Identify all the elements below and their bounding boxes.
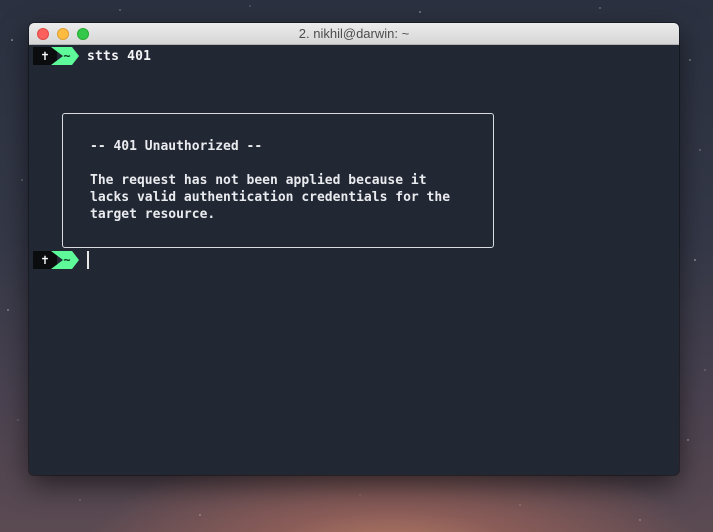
path-label: ~ bbox=[63, 49, 71, 63]
shell-prompt: ✝ ~ stts 401 bbox=[33, 47, 151, 65]
command-text: stts 401 bbox=[87, 48, 152, 64]
status-description-line: The request has not been applied because… bbox=[90, 173, 427, 188]
text-cursor[interactable] bbox=[87, 251, 89, 269]
status-heading: -- 401 Unauthorized -- bbox=[90, 139, 263, 154]
shell-prompt: ✝ ~ bbox=[33, 251, 89, 269]
window-title: 2. nikhil@darwin: ~ bbox=[298, 26, 410, 41]
status-description-line: target resource. bbox=[90, 207, 216, 222]
title-bar[interactable]: 2. nikhil@darwin: ~ bbox=[29, 23, 679, 45]
status-description-line: lacks valid authentication credentials f… bbox=[90, 190, 451, 205]
terminal-content[interactable]: ✝ ~ stts 401 -- 401 Unauthorized -- The … bbox=[29, 45, 679, 475]
status-message-box: -- 401 Unauthorized -- The request has n… bbox=[62, 113, 494, 248]
root-segment: ✝ bbox=[33, 47, 57, 65]
root-segment: ✝ bbox=[33, 251, 57, 269]
terminal-window: 2. nikhil@darwin: ~ ✝ ~ stts 401 -- 401 … bbox=[29, 23, 679, 475]
path-label: ~ bbox=[63, 253, 71, 267]
